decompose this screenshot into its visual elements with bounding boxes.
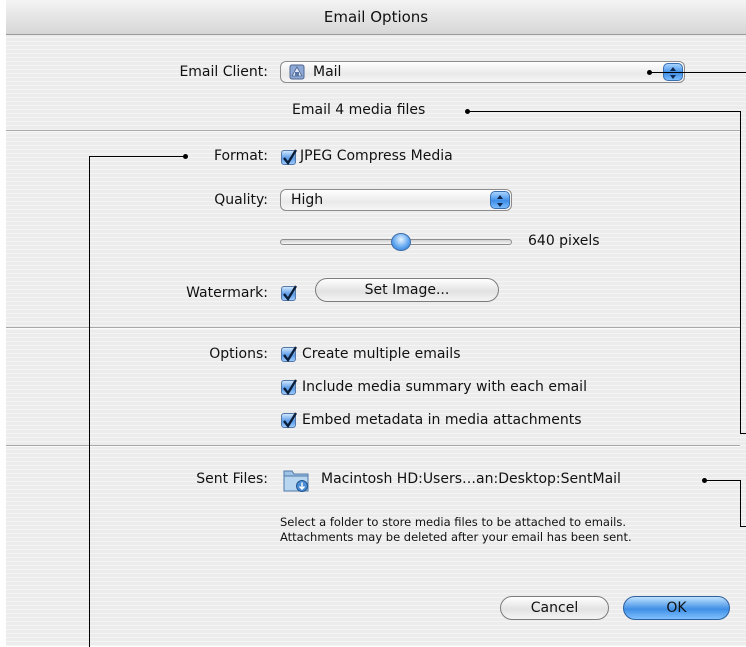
- sent-files-path: Macintosh HD:Users…an:Desktop:SentMail: [321, 471, 621, 487]
- callout-line: [89, 156, 186, 647]
- callout-line: [650, 72, 746, 73]
- cancel-button[interactable]: Cancel: [500, 596, 609, 620]
- multiple-emails-checkbox[interactable]: [281, 346, 298, 363]
- title-bar[interactable]: Email Options: [6, 0, 746, 35]
- multiple-emails-label: Create multiple emails: [302, 346, 461, 362]
- callout-line: [705, 480, 741, 527]
- email-client-value: Mail: [313, 64, 342, 80]
- ok-button[interactable]: OK: [623, 596, 730, 620]
- mail-app-icon: [289, 64, 305, 80]
- email-client-label: Email Client:: [179, 64, 268, 80]
- media-summary-checkbox[interactable]: [281, 379, 298, 396]
- callout-line: [740, 526, 746, 527]
- jpeg-compress-checkbox[interactable]: [281, 149, 298, 166]
- callout-line: [740, 433, 746, 434]
- sent-files-help-line1: Select a folder to store media files to …: [280, 515, 626, 529]
- size-slider-knob[interactable]: [390, 233, 411, 251]
- email-options-window: Email Options Email Client: Mail Email 4…: [0, 0, 746, 647]
- email-client-popup[interactable]: Mail: [280, 61, 685, 83]
- window-title: Email Options: [323, 8, 429, 26]
- quality-value: High: [291, 192, 324, 208]
- embed-metadata-checkbox[interactable]: [281, 412, 298, 429]
- watermark-checkbox[interactable]: [281, 285, 298, 302]
- jpeg-compress-label: JPEG Compress Media: [300, 148, 453, 164]
- sent-files-help-line2: Attachments may be deleted after your em…: [280, 530, 632, 544]
- callout-line: [468, 111, 741, 434]
- email-count-text: Email 4 media files: [292, 102, 426, 118]
- folder-icon[interactable]: [281, 465, 311, 493]
